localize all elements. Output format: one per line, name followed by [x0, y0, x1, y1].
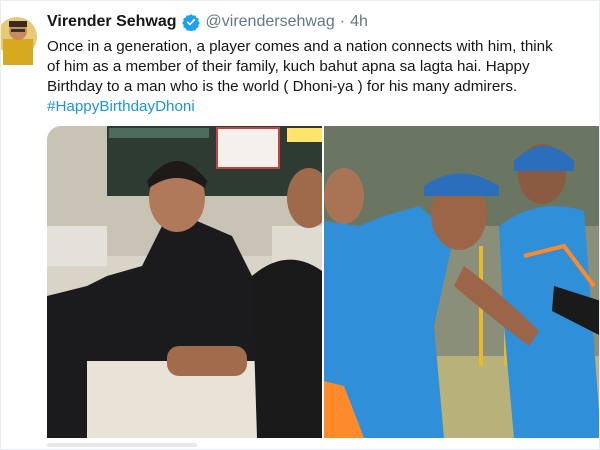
tweet-text: Once in a generation, a player comes and… — [47, 37, 595, 117]
user-handle[interactable]: @virendersehwag — [206, 13, 335, 31]
tweet-card[interactable]: Virender Sehwag @virendersehwag · 4h Onc… — [0, 0, 600, 450]
tweet-header: Virender Sehwag @virendersehwag · 4h — [47, 10, 368, 34]
display-name[interactable]: Virender Sehwag — [47, 13, 177, 31]
photo-practice-session[interactable] — [324, 126, 599, 438]
tweet-text-line: of him as a member of their family, kuch… — [47, 58, 530, 75]
verified-check-icon — [181, 14, 200, 31]
tweet-media[interactable] — [47, 126, 599, 438]
truncated-text-row — [47, 443, 197, 447]
photo-classroom[interactable] — [47, 126, 322, 438]
hashtag-link[interactable]: #HappyBirthdayDhoni — [47, 97, 595, 117]
avatar[interactable] — [1, 9, 37, 65]
tweet-timestamp[interactable]: 4h — [350, 13, 368, 31]
header-separator: · — [339, 13, 346, 30]
tweet-text-line: Birthday to a man who is the world ( Dho… — [47, 78, 518, 95]
tweet-text-line: Once in a generation, a player comes and… — [47, 38, 553, 55]
